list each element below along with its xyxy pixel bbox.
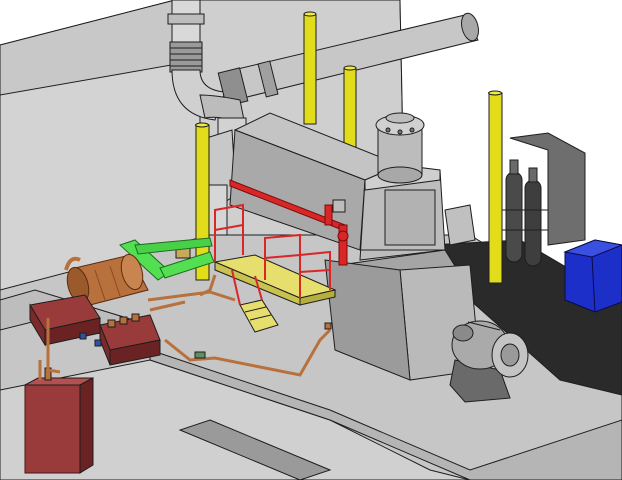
tank-red [24, 384, 81, 474]
duct-bellows [169, 41, 203, 73]
engine-room-render [0, 0, 622, 480]
cylinder-2 [524, 179, 542, 267]
blue-cabinet [563, 239, 622, 313]
yellow-post-4 [488, 92, 503, 284]
control-box [332, 199, 346, 213]
duct-flange-1 [167, 13, 205, 25]
yellow-post-1 [303, 13, 317, 125]
base-step [444, 204, 476, 246]
red-stand [324, 204, 333, 226]
engine-end-panel [384, 189, 436, 246]
yellow-post-2 [343, 67, 357, 149]
air-filter [375, 112, 425, 184]
cylinder-1 [505, 171, 523, 263]
